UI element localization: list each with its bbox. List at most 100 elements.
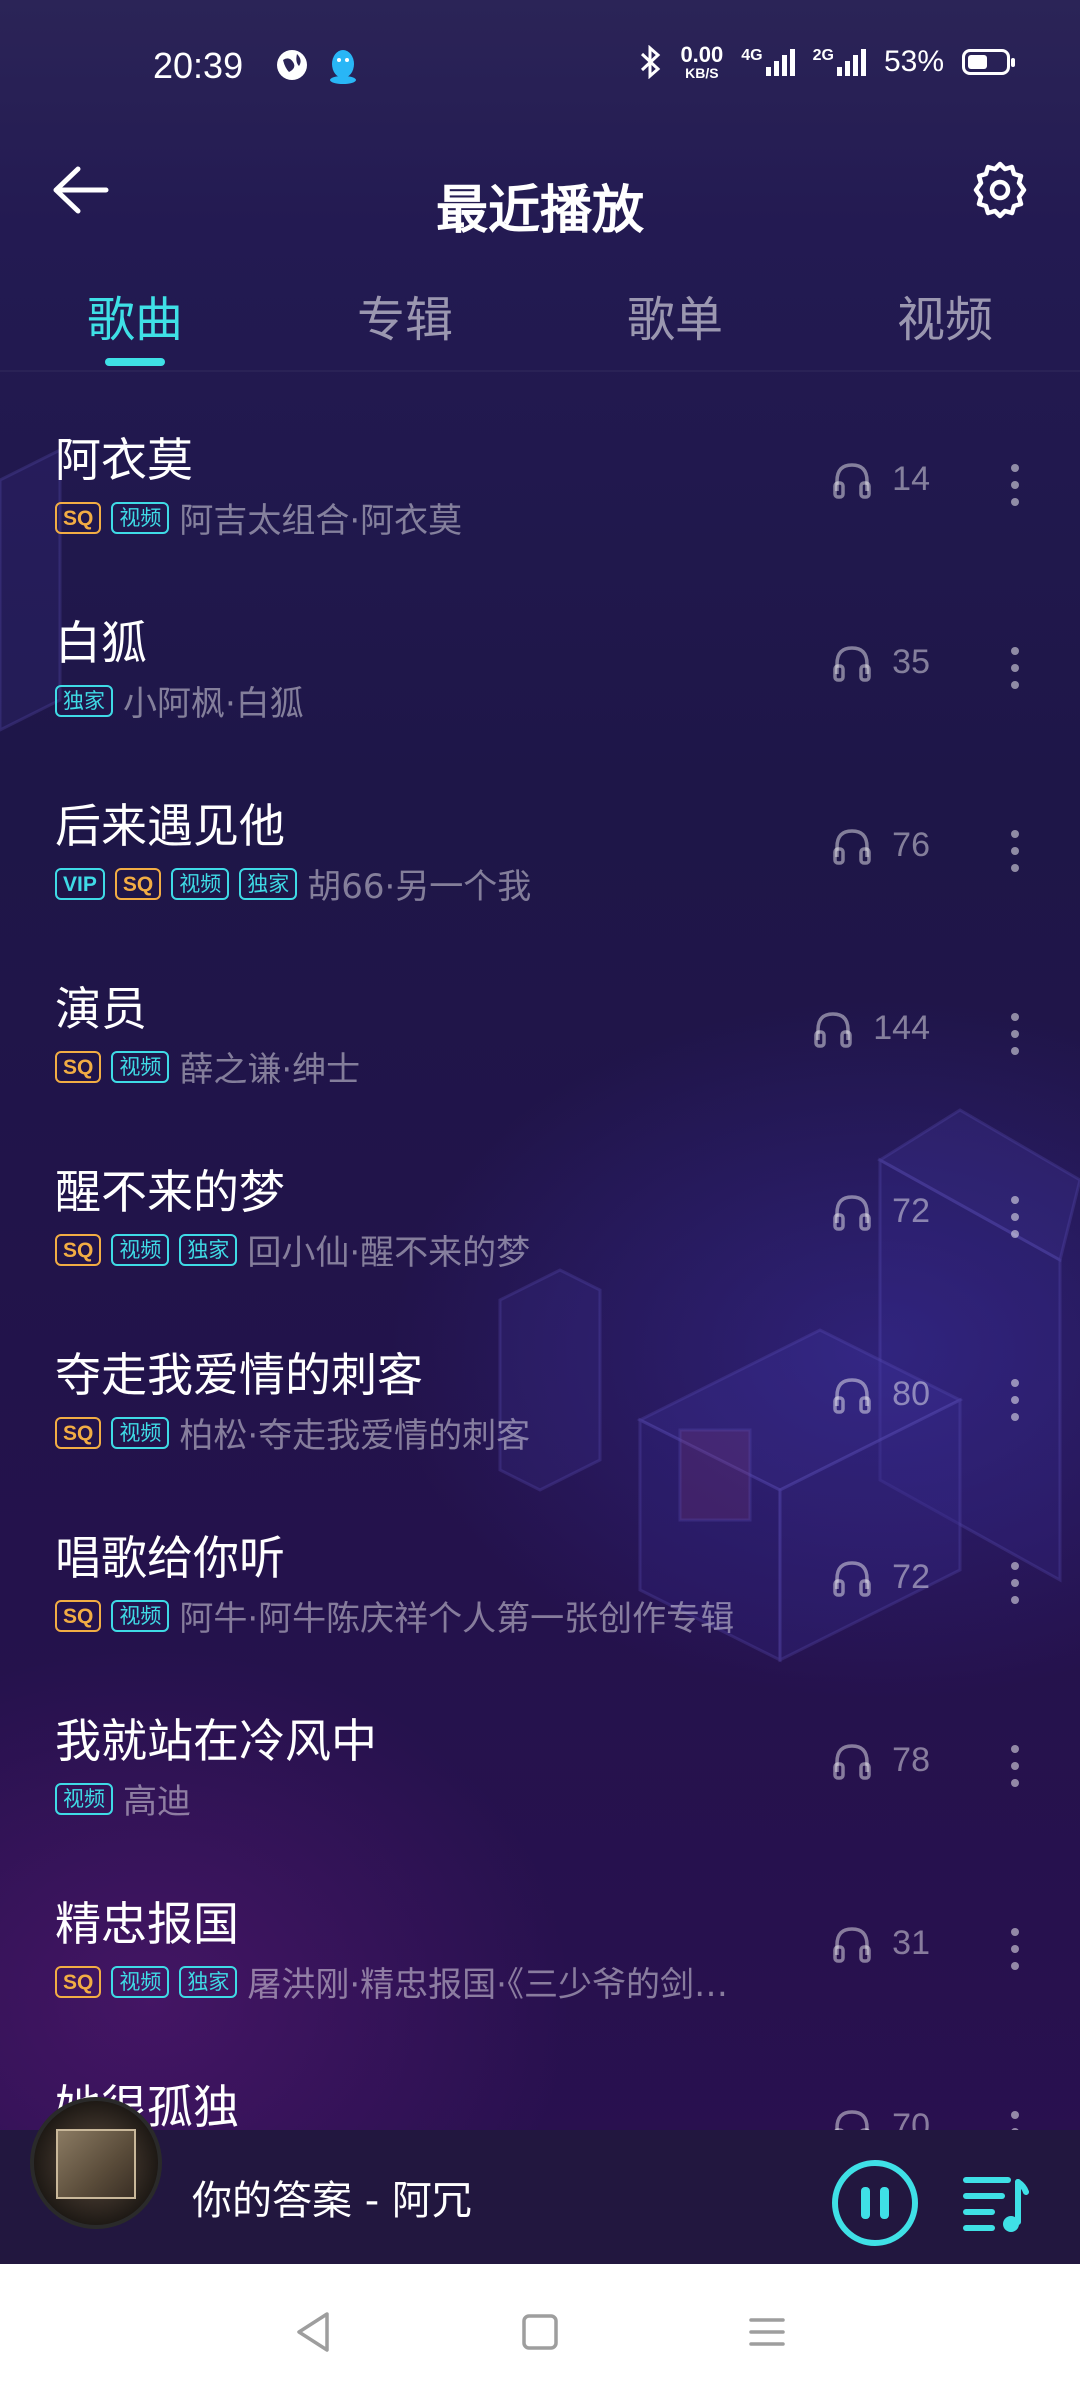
song-meta: 独家 小阿枫·白狐 xyxy=(55,676,304,725)
tab-albums[interactable]: 专辑 xyxy=(270,262,540,370)
song-artist: 阿牛·阿牛陈庆祥个人第一张创作专辑 xyxy=(179,1599,735,1639)
more-vertical-icon xyxy=(1011,664,1019,672)
album-cover-art xyxy=(56,2129,136,2199)
net1-label: 4G xyxy=(741,47,763,64)
net2-label: 2G xyxy=(812,47,834,64)
more-vertical-icon xyxy=(1011,847,1019,855)
more-options-button[interactable] xyxy=(990,633,1040,703)
play-count-value: 144 xyxy=(873,1009,930,1047)
page-title: 最近播放 xyxy=(435,181,644,241)
nav-home-button[interactable] xyxy=(495,2287,585,2377)
more-options-button[interactable] xyxy=(990,1548,1040,1618)
album-cover[interactable] xyxy=(30,2097,162,2229)
more-options-button[interactable] xyxy=(990,1365,1040,1435)
badge-vip: VIP xyxy=(55,867,105,900)
play-count-value: 76 xyxy=(892,826,930,864)
browser-globe-icon xyxy=(275,48,309,86)
net-speed-value: 0.00 xyxy=(680,42,724,67)
more-options-button[interactable] xyxy=(990,816,1040,886)
badge-video: 视频 xyxy=(111,1050,170,1083)
more-vertical-icon xyxy=(1011,1962,1019,1970)
headphones-icon xyxy=(814,1011,853,1048)
song-row[interactable]: 演员 SQ 视频 薛之谦·绅士 144 xyxy=(0,949,1080,1132)
more-options-button[interactable] xyxy=(990,450,1040,520)
more-vertical-icon xyxy=(1011,1230,1019,1238)
more-vertical-icon xyxy=(1011,498,1019,506)
more-options-button[interactable] xyxy=(990,1731,1040,1801)
song-row[interactable]: 她很孤独 70 xyxy=(0,2047,1080,2130)
song-row[interactable]: 我就站在冷风中 视频 高迪 78 xyxy=(0,1681,1080,1864)
more-vertical-icon xyxy=(1011,1013,1019,1021)
tabs-divider xyxy=(0,370,1080,372)
play-count-value: 78 xyxy=(892,1741,930,1779)
more-vertical-icon xyxy=(1011,1579,1019,1587)
song-artist: 小阿枫·白狐 xyxy=(123,684,304,724)
signal-bars-icon xyxy=(765,49,795,76)
play-count: 14 xyxy=(832,460,930,499)
qq-penguin-icon xyxy=(326,48,360,88)
mini-player[interactable] xyxy=(0,2130,1080,2264)
play-count: 144 xyxy=(813,1009,930,1048)
song-meta: SQ 视频 柏松·夺走我爱情的刺客 xyxy=(55,1408,530,1457)
more-vertical-icon xyxy=(1011,1562,1019,1570)
play-count: 76 xyxy=(832,826,930,865)
more-vertical-icon xyxy=(1011,1779,1019,1787)
song-row[interactable]: 醒不来的梦 SQ 视频 独家 回小仙·醒不来的梦 72 xyxy=(0,1132,1080,1315)
settings-button[interactable] xyxy=(950,140,1050,240)
more-vertical-icon xyxy=(1011,464,1019,472)
nav-menu-button[interactable] xyxy=(722,2287,812,2377)
more-vertical-icon xyxy=(1011,1745,1019,1753)
play-count: 72 xyxy=(832,1558,930,1597)
badge-sq: SQ xyxy=(55,501,102,534)
headphones-icon xyxy=(833,1926,871,1963)
song-row[interactable]: 精忠报国 SQ 视频 独家 屠洪刚·精忠报国·《三少爷的剑… 31 xyxy=(0,1864,1080,2047)
badge-video: 视频 xyxy=(111,1416,170,1449)
more-vertical-icon xyxy=(1011,481,1019,489)
song-artist: 柏松·夺走我爱情的刺客 xyxy=(179,1416,531,1456)
song-list[interactable]: 阿衣莫 SQ 视频 阿吉太组合·阿衣莫 14 白狐 独家 小阿枫·白狐 35 后来遇见他 VIP SQ… xyxy=(0,400,1080,2130)
badge-sq: SQ xyxy=(55,1599,102,1632)
song-meta: SQ 视频 独家 回小仙·醒不来的梦 xyxy=(55,1225,530,1274)
more-vertical-icon xyxy=(1011,1213,1019,1221)
badge-video: 视频 xyxy=(111,1233,170,1266)
badge-exclusive: 独家 xyxy=(179,1965,238,1998)
more-vertical-icon xyxy=(1011,1945,1019,1953)
song-row[interactable]: 后来遇见他 VIP SQ 视频 独家 胡66·另一个我 76 xyxy=(0,766,1080,949)
triangle-back-icon xyxy=(297,2312,330,2352)
more-vertical-icon xyxy=(1011,647,1019,655)
tab-playlists[interactable]: 歌单 xyxy=(540,262,810,370)
nav-back-button[interactable] xyxy=(268,2287,358,2377)
play-count: 72 xyxy=(832,1192,930,1231)
header: 最近播放 xyxy=(0,140,1080,280)
more-vertical-icon xyxy=(1011,830,1019,838)
more-vertical-icon xyxy=(1011,2111,1019,2119)
play-count-value: 72 xyxy=(892,1558,930,1596)
song-row[interactable]: 阿衣莫 SQ 视频 阿吉太组合·阿衣莫 14 xyxy=(0,400,1080,583)
song-title: 唱歌给你听 xyxy=(55,1531,285,1585)
now-playing-title[interactable]: 你的答案 - 阿冗 xyxy=(192,2168,472,2226)
play-count-value: 31 xyxy=(892,1924,930,1962)
tab-videos[interactable]: 视频 xyxy=(810,262,1080,370)
song-title: 后来遇见他 xyxy=(55,799,285,853)
tab-songs[interactable]: 歌曲 xyxy=(0,262,270,370)
song-meta: VIP SQ 视频 独家 胡66·另一个我 xyxy=(55,859,531,908)
headphones-icon xyxy=(833,1194,871,1231)
play-count: 78 xyxy=(832,1741,930,1780)
more-options-button[interactable] xyxy=(990,1914,1040,1984)
song-meta: SQ 视频 阿牛·阿牛陈庆祥个人第一张创作专辑 xyxy=(55,1591,734,1640)
song-row[interactable]: 白狐 独家 小阿枫·白狐 35 xyxy=(0,583,1080,766)
more-options-button[interactable] xyxy=(990,1182,1040,1252)
badge-video: 视频 xyxy=(55,1782,113,1815)
pause-button[interactable] xyxy=(832,2160,918,2246)
badge-exclusive: 独家 xyxy=(179,1233,238,1266)
signal-4g: 4G xyxy=(741,47,795,77)
play-count: 80 xyxy=(832,1375,930,1414)
song-artist: 阿吉太组合·阿衣莫 xyxy=(179,501,463,541)
more-options-button[interactable] xyxy=(990,2097,1040,2130)
more-options-button[interactable] xyxy=(990,999,1040,1069)
playlist-button[interactable] xyxy=(960,2170,1030,2236)
song-row[interactable]: 唱歌给你听 SQ 视频 阿牛·阿牛陈庆祥个人第一张创作专辑 72 xyxy=(0,1498,1080,1681)
system-nav-bar xyxy=(0,2264,1080,2400)
badge-sq: SQ xyxy=(55,1050,102,1083)
song-row[interactable]: 夺走我爱情的刺客 SQ 视频 柏松·夺走我爱情的刺客 80 xyxy=(0,1315,1080,1498)
